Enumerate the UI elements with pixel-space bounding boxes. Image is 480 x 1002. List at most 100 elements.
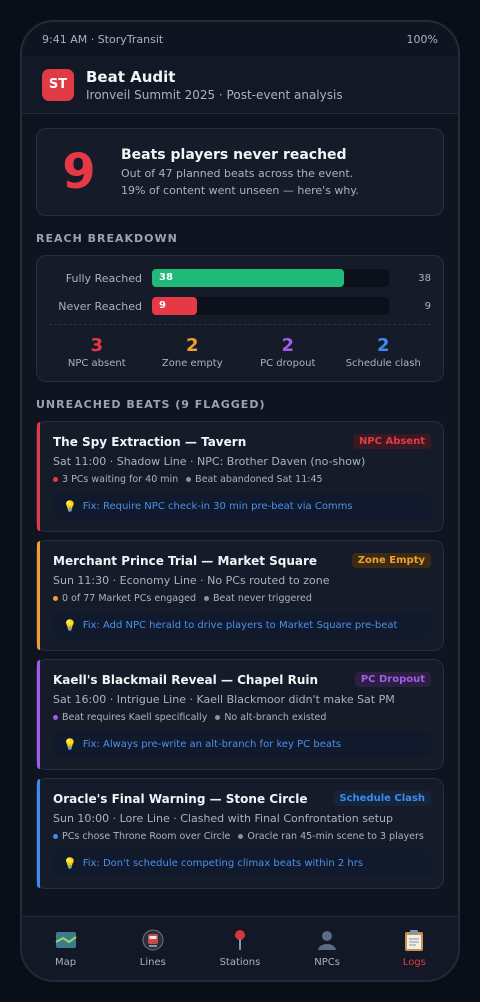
beat-detail: Oracle ran 45-min scene to 3 players	[238, 831, 424, 842]
section-unreached-beats: UNREACHED BEATS (9 FLAGGED)	[36, 398, 266, 411]
beat-detail: No alt-branch existed	[215, 712, 326, 723]
stat-label: Schedule clash	[345, 358, 421, 369]
beat-title: Merchant Prince Trial — Market Square	[53, 553, 318, 568]
beat-card[interactable]: The Spy Extraction — Tavern NPC Absent S…	[36, 421, 444, 532]
lightbulb-icon: 💡	[63, 737, 77, 751]
card-accent	[37, 422, 40, 531]
stat-npc-absent: 3 NPC absent	[49, 335, 145, 369]
bar-track: 38	[152, 269, 390, 287]
dot-icon	[203, 596, 209, 601]
bar-count: 38	[418, 272, 431, 284]
dot-icon	[215, 715, 221, 720]
fix-suggestion[interactable]: 💡 Fix: Don't schedule competing climax be…	[53, 850, 431, 876]
cause-stats: 3 NPC absent 2 Zone empty 2 PC dropout 2…	[49, 335, 431, 369]
lightbulb-icon: 💡	[63, 499, 77, 513]
tab-npcs[interactable]: NPCs	[284, 917, 371, 980]
fix-suggestion[interactable]: 💡 Fix: Always pre-write an alt-branch for…	[53, 731, 431, 757]
card-accent	[37, 541, 40, 650]
map-icon	[55, 929, 77, 951]
fix-suggestion[interactable]: 💡 Fix: Require NPC check-in 30 min pre-be…	[53, 493, 431, 519]
stat-label: PC dropout	[260, 358, 316, 369]
dot-icon	[53, 477, 58, 482]
stat-pc-dropout: 2 PC dropout	[240, 335, 336, 369]
page-title: Beat Audit	[86, 67, 176, 86]
dot-icon	[186, 477, 192, 482]
bar-fill-fully-reached: 38	[152, 269, 344, 287]
phone-frame: 9:41 AM · StoryTransit 100% ST Beat Audi…	[20, 20, 460, 982]
dot-icon	[53, 715, 58, 720]
stat-number: 2	[281, 335, 295, 356]
stat-number: 2	[185, 335, 199, 356]
bar-fill-never-reached: 9	[152, 297, 198, 315]
battery-level: 100%	[406, 32, 438, 46]
tab-bar: Map Lines Stations NPCs Logs	[22, 916, 458, 980]
tab-map[interactable]: Map	[22, 917, 109, 980]
beat-card[interactable]: Kaell's Blackmail Reveal — Chapel Ruin P…	[36, 659, 444, 770]
summary-line-1: Out of 47 planned beats across the event…	[121, 167, 354, 180]
summary-title: Beats players never reached	[121, 147, 347, 163]
summary-card: 9 Beats players never reached Out of 47 …	[36, 128, 444, 216]
dot-icon	[238, 834, 244, 839]
beat-meta: Sun 10:00 · Lore Line · Clashed with Fin…	[53, 812, 393, 825]
cause-badge: Zone Empty	[351, 553, 431, 568]
beat-detail: PCs chose Throne Room over Circle	[53, 831, 230, 842]
beat-meta: Sat 11:00 · Shadow Line · NPC: Brother D…	[53, 455, 366, 468]
bar-count: 9	[424, 300, 431, 312]
beat-title: The Spy Extraction — Tavern	[53, 434, 247, 449]
beat-detail: 0 of 77 Market PCs engaged	[53, 593, 196, 604]
lightbulb-icon: 💡	[63, 856, 77, 870]
beat-card[interactable]: Oracle's Final Warning — Stone Circle Sc…	[36, 778, 444, 889]
tab-label: Logs	[402, 957, 426, 968]
tab-label: Map	[55, 957, 77, 968]
stat-label: NPC absent	[67, 358, 126, 369]
app-header: ST Beat Audit Ironveil Summit 2025 · Pos…	[22, 56, 458, 114]
train-icon	[142, 929, 164, 951]
stat-label: Zone empty	[161, 358, 223, 369]
beat-title: Oracle's Final Warning — Stone Circle	[53, 791, 308, 806]
tab-logs[interactable]: Logs	[371, 917, 458, 980]
beat-detail: Beat abandoned Sat 11:45	[186, 474, 323, 485]
bar-row-never-reached: Never Reached 9 9	[49, 296, 431, 316]
tab-stations[interactable]: Stations	[196, 917, 283, 980]
main-content: 9 Beats players never reached Out of 47 …	[36, 128, 444, 897]
cause-badge: PC Dropout	[354, 672, 431, 687]
tab-lines[interactable]: Lines	[109, 917, 196, 980]
unreached-count: 9	[62, 144, 96, 200]
bar-track: 9	[152, 297, 390, 315]
page-subtitle: Ironveil Summit 2025 · Post-event analys…	[86, 87, 343, 102]
dot-icon	[53, 596, 58, 601]
stat-number: 3	[90, 335, 104, 356]
status-bar: 9:41 AM · StoryTransit 100%	[22, 22, 458, 56]
bar-row-fully-reached: Fully Reached 38 38	[49, 268, 431, 288]
beat-card[interactable]: Merchant Prince Trial — Market Square Zo…	[36, 540, 444, 651]
stat-number: 2	[376, 335, 390, 356]
tab-label: Lines	[139, 957, 166, 968]
beat-detail: Beat never triggered	[203, 593, 312, 604]
bar-label: Fully Reached	[65, 271, 142, 285]
clipboard-icon	[403, 929, 425, 951]
beat-detail: 3 PCs waiting for 40 min	[53, 474, 178, 485]
fix-suggestion[interactable]: 💡 Fix: Add NPC herald to drive players to…	[53, 612, 431, 638]
stat-schedule-clash: 2 Schedule clash	[336, 335, 432, 369]
beat-detail: Beat requires Kaell specifically	[53, 712, 207, 723]
card-accent	[37, 660, 40, 769]
pin-icon	[229, 929, 251, 951]
lightbulb-icon: 💡	[63, 618, 77, 632]
person-icon	[316, 929, 338, 951]
tab-label: NPCs	[314, 957, 340, 968]
cause-badge: NPC Absent	[352, 434, 431, 449]
divider	[49, 324, 431, 325]
beat-meta: Sat 16:00 · Intrigue Line · Kaell Blackm…	[53, 693, 395, 706]
app-logo: ST	[42, 68, 74, 101]
cause-badge: Schedule Clash	[333, 791, 431, 806]
beat-meta: Sun 11:30 · Economy Line · No PCs routed…	[53, 574, 330, 587]
bar-label: Never Reached	[58, 299, 142, 313]
tab-label: Stations	[219, 957, 261, 968]
status-app-time: 9:41 AM · StoryTransit	[42, 32, 164, 46]
dot-icon	[53, 834, 58, 839]
reach-breakdown-card: Fully Reached 38 38 Never Reached 9 9 3 …	[36, 255, 444, 382]
card-accent	[37, 779, 40, 888]
beat-title: Kaell's Blackmail Reveal — Chapel Ruin	[53, 672, 319, 687]
section-reach-breakdown: REACH BREAKDOWN	[36, 232, 178, 245]
stat-zone-empty: 2 Zone empty	[145, 335, 241, 369]
